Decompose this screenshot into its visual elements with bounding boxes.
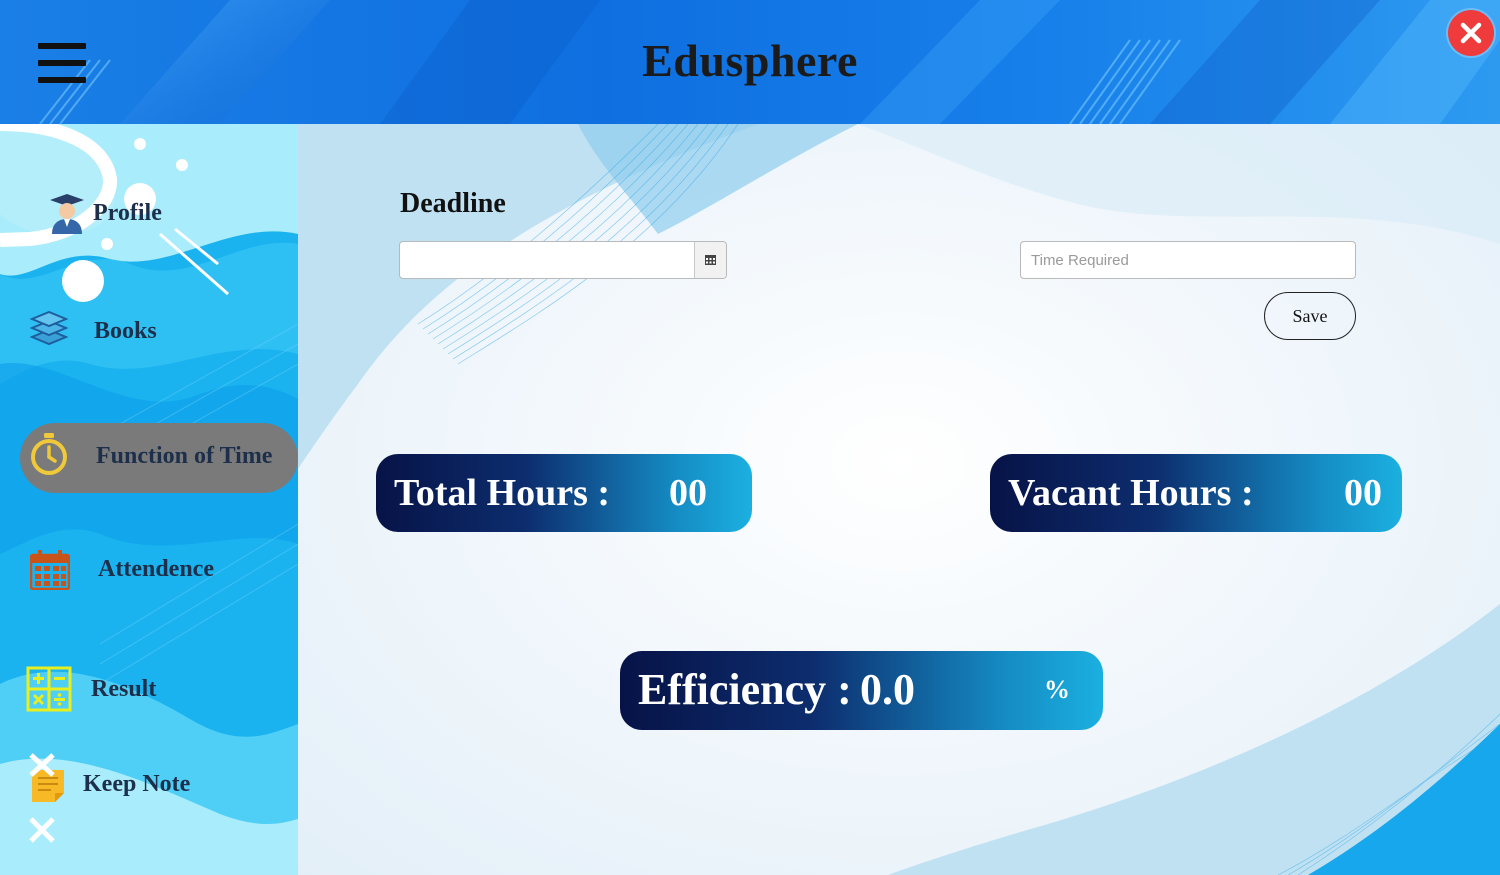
sidebar-item-label: Profile — [93, 200, 162, 226]
sidebar-item-function-of-time[interactable]: Function of Time — [0, 423, 298, 493]
total-hours-card: Total Hours : 00 — [376, 454, 752, 532]
calendar-small-icon — [705, 255, 716, 265]
sidebar: Profile Books Function of Time Attendenc… — [0, 124, 298, 875]
app-header: Edusphere — [0, 0, 1500, 124]
app-title: Edusphere — [642, 35, 858, 86]
decorative-cross-icon — [29, 753, 55, 777]
save-button[interactable]: Save — [1264, 292, 1356, 340]
sidebar-item-label: Attendence — [98, 556, 214, 582]
calendar-icon — [30, 550, 70, 590]
efficiency-label: Efficiency : — [638, 665, 852, 714]
sidebar-item-result[interactable]: Result — [0, 655, 298, 725]
efficiency-value: 0.0 — [860, 665, 915, 714]
sidebar-item-books[interactable]: Books — [0, 297, 298, 367]
date-picker-button[interactable] — [694, 242, 726, 278]
deadline-date-picker[interactable] — [399, 241, 727, 279]
main-content: Deadline Save Total Hours : 00 Vacant Ho… — [298, 124, 1500, 875]
sidebar-item-label: Keep Note — [83, 771, 191, 797]
sidebar-item-profile[interactable]: Profile — [0, 179, 298, 249]
vacant-hours-label: Vacant Hours : — [1008, 472, 1254, 514]
time-required-input[interactable] — [1020, 241, 1356, 279]
sidebar-item-attendence[interactable]: Attendence — [0, 536, 298, 606]
efficiency-unit: % — [1044, 675, 1070, 704]
vacant-hours-card: Vacant Hours : 00 — [990, 454, 1402, 532]
close-icon[interactable] — [1448, 10, 1494, 56]
sidebar-item-label: Result — [91, 676, 157, 702]
vacant-hours-value: 00 — [1344, 472, 1382, 514]
sidebar-item-label: Books — [94, 318, 157, 344]
sidebar-item-label: Function of Time — [96, 443, 273, 469]
decorative-cross-icon — [29, 817, 55, 843]
calculator-icon — [26, 666, 72, 712]
total-hours-value: 00 — [669, 472, 707, 514]
graduate-profile-icon — [50, 194, 84, 234]
stopwatch-icon — [31, 433, 67, 475]
total-hours-label: Total Hours : — [394, 472, 611, 514]
efficiency-card: Efficiency : 0.0 % — [620, 651, 1103, 730]
deadline-label: Deadline — [400, 188, 506, 219]
books-stack-icon — [30, 311, 68, 346]
